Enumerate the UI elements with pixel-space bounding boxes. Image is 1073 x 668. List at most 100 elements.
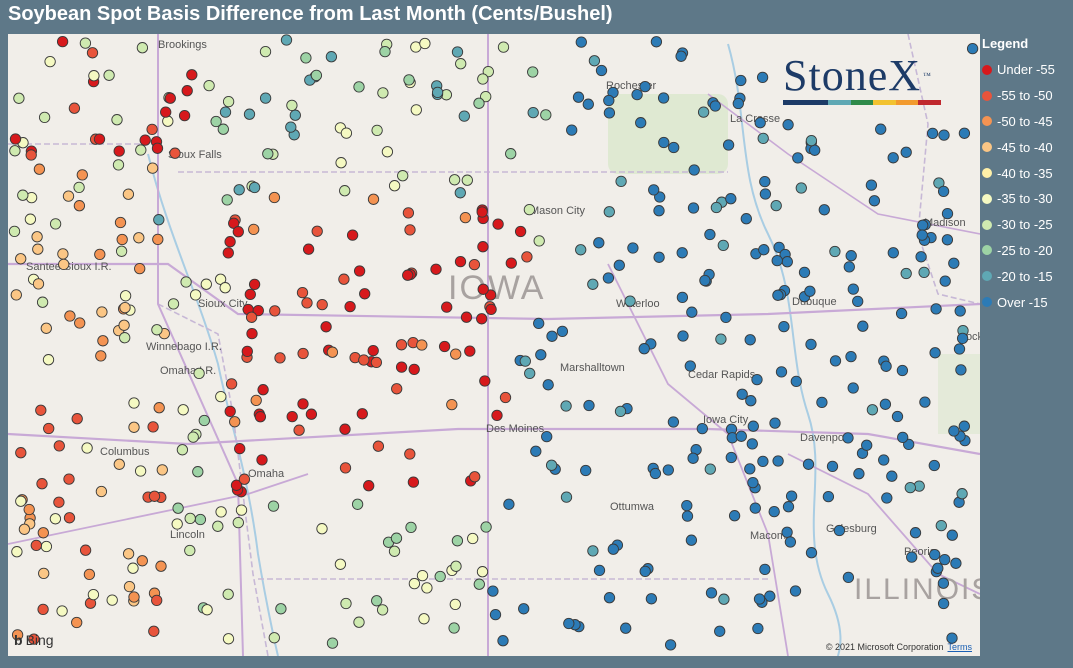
basis-dot[interactable] — [533, 235, 545, 247]
basis-dot[interactable] — [732, 97, 744, 110]
basis-dot[interactable] — [454, 187, 466, 199]
basis-dot[interactable] — [119, 332, 131, 344]
basis-dot[interactable] — [340, 597, 352, 610]
basis-dot[interactable] — [119, 290, 132, 302]
basis-dot[interactable] — [676, 247, 688, 259]
basis-dot[interactable] — [805, 134, 818, 147]
basis-dot[interactable] — [76, 169, 88, 181]
basis-dot[interactable] — [915, 251, 927, 263]
basis-dot[interactable] — [603, 94, 615, 107]
basis-dot[interactable] — [775, 366, 788, 378]
basis-dot[interactable] — [395, 339, 408, 351]
basis-dot[interactable] — [560, 491, 573, 503]
basis-dot[interactable] — [95, 350, 107, 362]
basis-dot[interactable] — [662, 464, 674, 476]
basis-dot[interactable] — [485, 303, 497, 316]
basis-dot[interactable] — [246, 327, 258, 340]
basis-dot[interactable] — [259, 45, 272, 58]
basis-dot[interactable] — [152, 233, 164, 246]
basis-dot[interactable] — [937, 185, 950, 198]
basis-dot[interactable] — [653, 251, 665, 263]
basis-dot[interactable] — [15, 495, 27, 507]
basis-dot[interactable] — [955, 364, 967, 376]
basis-dot[interactable] — [353, 81, 365, 93]
basis-dot[interactable] — [753, 593, 766, 605]
basis-dot[interactable] — [715, 333, 727, 345]
basis-dot[interactable] — [809, 144, 821, 156]
basis-dot[interactable] — [275, 603, 287, 615]
basis-dot[interactable] — [722, 139, 735, 151]
basis-dot[interactable] — [326, 637, 339, 649]
basis-dot[interactable] — [96, 306, 108, 318]
basis-dot[interactable] — [847, 382, 859, 394]
basis-dot[interactable] — [704, 228, 716, 241]
basis-dot[interactable] — [164, 92, 176, 104]
basis-dot[interactable] — [222, 588, 234, 600]
basis-dot[interactable] — [518, 603, 530, 615]
basis-dot[interactable] — [10, 289, 22, 301]
basis-dot[interactable] — [956, 332, 969, 345]
basis-dot[interactable] — [664, 639, 677, 651]
basis-dot[interactable] — [192, 466, 204, 478]
basis-dot[interactable] — [709, 100, 721, 112]
basis-dot[interactable] — [203, 79, 215, 92]
basis-dot[interactable] — [928, 459, 940, 472]
legend-item[interactable]: -25 to -20 — [982, 238, 1072, 264]
basis-dot[interactable] — [476, 313, 488, 325]
basis-dot[interactable] — [685, 534, 698, 546]
basis-dot[interactable] — [593, 237, 605, 249]
basis-dot[interactable] — [340, 127, 353, 139]
basis-dot[interactable] — [97, 335, 109, 347]
basis-dot[interactable] — [542, 379, 554, 391]
legend-item[interactable]: -20 to -15 — [982, 263, 1072, 289]
basis-dot[interactable] — [49, 513, 62, 525]
basis-dot[interactable] — [224, 405, 236, 418]
basis-dot[interactable] — [477, 283, 489, 295]
basis-dot[interactable] — [215, 390, 227, 403]
terms-link[interactable]: Terms — [948, 642, 973, 652]
basis-dot[interactable] — [367, 344, 379, 357]
basis-dot[interactable] — [353, 265, 366, 277]
basis-dot[interactable] — [325, 51, 338, 63]
basis-dot[interactable] — [449, 598, 461, 611]
basis-dot[interactable] — [171, 518, 183, 530]
basis-dot[interactable] — [736, 388, 748, 400]
basis-dot[interactable] — [224, 236, 236, 248]
basis-dot[interactable] — [238, 473, 251, 485]
basis-dot[interactable] — [376, 604, 389, 616]
basis-dot[interactable] — [18, 523, 31, 535]
basis-dot[interactable] — [36, 296, 49, 308]
basis-dot[interactable] — [404, 224, 416, 236]
basis-dot[interactable] — [13, 92, 25, 104]
basis-dot[interactable] — [756, 71, 769, 84]
basis-dot[interactable] — [419, 37, 431, 50]
basis-dot[interactable] — [720, 311, 732, 324]
basis-dot[interactable] — [868, 195, 881, 207]
basis-dot[interactable] — [845, 250, 857, 262]
basis-dot[interactable] — [243, 108, 256, 120]
basis-dot[interactable] — [771, 254, 783, 267]
basis-dot[interactable] — [588, 55, 601, 67]
basis-dot[interactable] — [184, 512, 196, 525]
basis-dot[interactable] — [112, 159, 125, 171]
basis-dot[interactable] — [603, 107, 616, 119]
basis-dot[interactable] — [430, 263, 442, 275]
basis-dot[interactable] — [390, 532, 403, 544]
basis-dot[interactable] — [489, 608, 502, 621]
basis-dot[interactable] — [405, 521, 417, 534]
basis-dot[interactable] — [450, 348, 462, 360]
basis-dot[interactable] — [300, 52, 312, 64]
basis-dot[interactable] — [865, 179, 878, 191]
basis-dot[interactable] — [40, 540, 53, 553]
basis-dot[interactable] — [891, 410, 904, 423]
basis-dot[interactable] — [497, 635, 509, 647]
basis-dot[interactable] — [367, 193, 380, 205]
basis-dot[interactable] — [8, 225, 21, 238]
basis-dot[interactable] — [535, 349, 547, 361]
basis-dot[interactable] — [215, 506, 227, 518]
basis-dot[interactable] — [784, 536, 797, 548]
basis-dot[interactable] — [25, 149, 37, 161]
basis-dot[interactable] — [468, 258, 481, 271]
basis-dot[interactable] — [391, 383, 403, 395]
basis-dot[interactable] — [603, 592, 616, 604]
